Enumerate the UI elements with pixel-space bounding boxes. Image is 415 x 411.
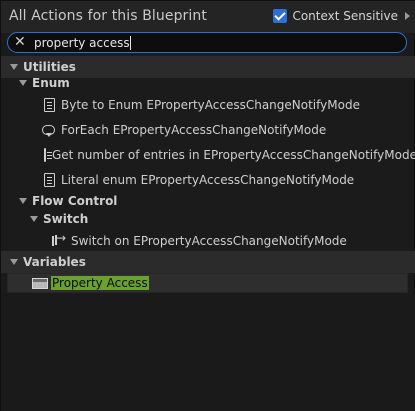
- item-label: Switch on EPropertyAccessChangeNotifyMod…: [71, 234, 347, 248]
- item-label: Property Access: [51, 276, 149, 290]
- chevron-down-icon[interactable]: [10, 64, 18, 70]
- tree-category-variables[interactable]: Variables: [1, 251, 415, 273]
- category-label: Variables: [23, 255, 86, 269]
- action-menu-panel: All Actions for this Blueprint Context S…: [0, 0, 415, 411]
- category-label: Switch: [43, 212, 89, 226]
- search-value[interactable]: property access: [34, 36, 130, 50]
- tree-category-enum[interactable]: Enum: [1, 72, 415, 94]
- tree-item[interactable]: Switch on EPropertyAccessChangeNotifyMod…: [1, 230, 415, 252]
- chevron-down-icon[interactable]: [19, 80, 27, 86]
- tree-item[interactable]: Get number of entries in EPropertyAccess…: [1, 144, 415, 166]
- function-icon: [44, 173, 55, 187]
- function-icon: [44, 98, 55, 112]
- loop-icon: [42, 125, 55, 137]
- chevron-down-icon[interactable]: [19, 198, 27, 204]
- tree-item-selected[interactable]: Property Access: [1, 272, 415, 294]
- item-label: Byte to Enum EPropertyAccessChangeNotify…: [61, 98, 360, 112]
- tree-category-switch[interactable]: Switch: [1, 208, 415, 230]
- tree-item[interactable]: Literal enum EPropertyAccessChangeNotify…: [1, 169, 415, 191]
- panel-title: All Actions for this Blueprint: [9, 8, 207, 24]
- variable-icon: [32, 277, 48, 289]
- category-label: Flow Control: [32, 194, 118, 208]
- chevron-down-icon[interactable]: [10, 259, 18, 265]
- item-label: Get number of entries in EPropertyAccess…: [52, 148, 415, 162]
- tree-item[interactable]: ForEach EPropertyAccessChangeNotifyMode: [1, 119, 415, 141]
- switch-icon: [51, 231, 66, 248]
- item-label: Literal enum EPropertyAccessChangeNotify…: [61, 173, 355, 187]
- function-icon: [44, 148, 52, 162]
- empty-list-area: [1, 294, 415, 411]
- chevron-down-icon[interactable]: [30, 216, 38, 222]
- tree-item[interactable]: Byte to Enum EPropertyAccessChangeNotify…: [1, 94, 415, 116]
- category-label: Enum: [32, 76, 70, 90]
- item-label: ForEach EPropertyAccessChangeNotifyMode: [61, 123, 327, 137]
- chevron-right-icon[interactable]: [405, 12, 410, 20]
- close-icon[interactable]: ✕: [14, 35, 26, 50]
- text-caret: [130, 36, 131, 50]
- context-sensitive-toggle[interactable]: Context Sensitive: [273, 9, 410, 23]
- search-input[interactable]: ✕ property access: [7, 32, 407, 53]
- context-sensitive-label[interactable]: Context Sensitive: [292, 9, 398, 23]
- header-bar: All Actions for this Blueprint Context S…: [1, 1, 415, 33]
- context-sensitive-checkbox[interactable]: [273, 9, 288, 23]
